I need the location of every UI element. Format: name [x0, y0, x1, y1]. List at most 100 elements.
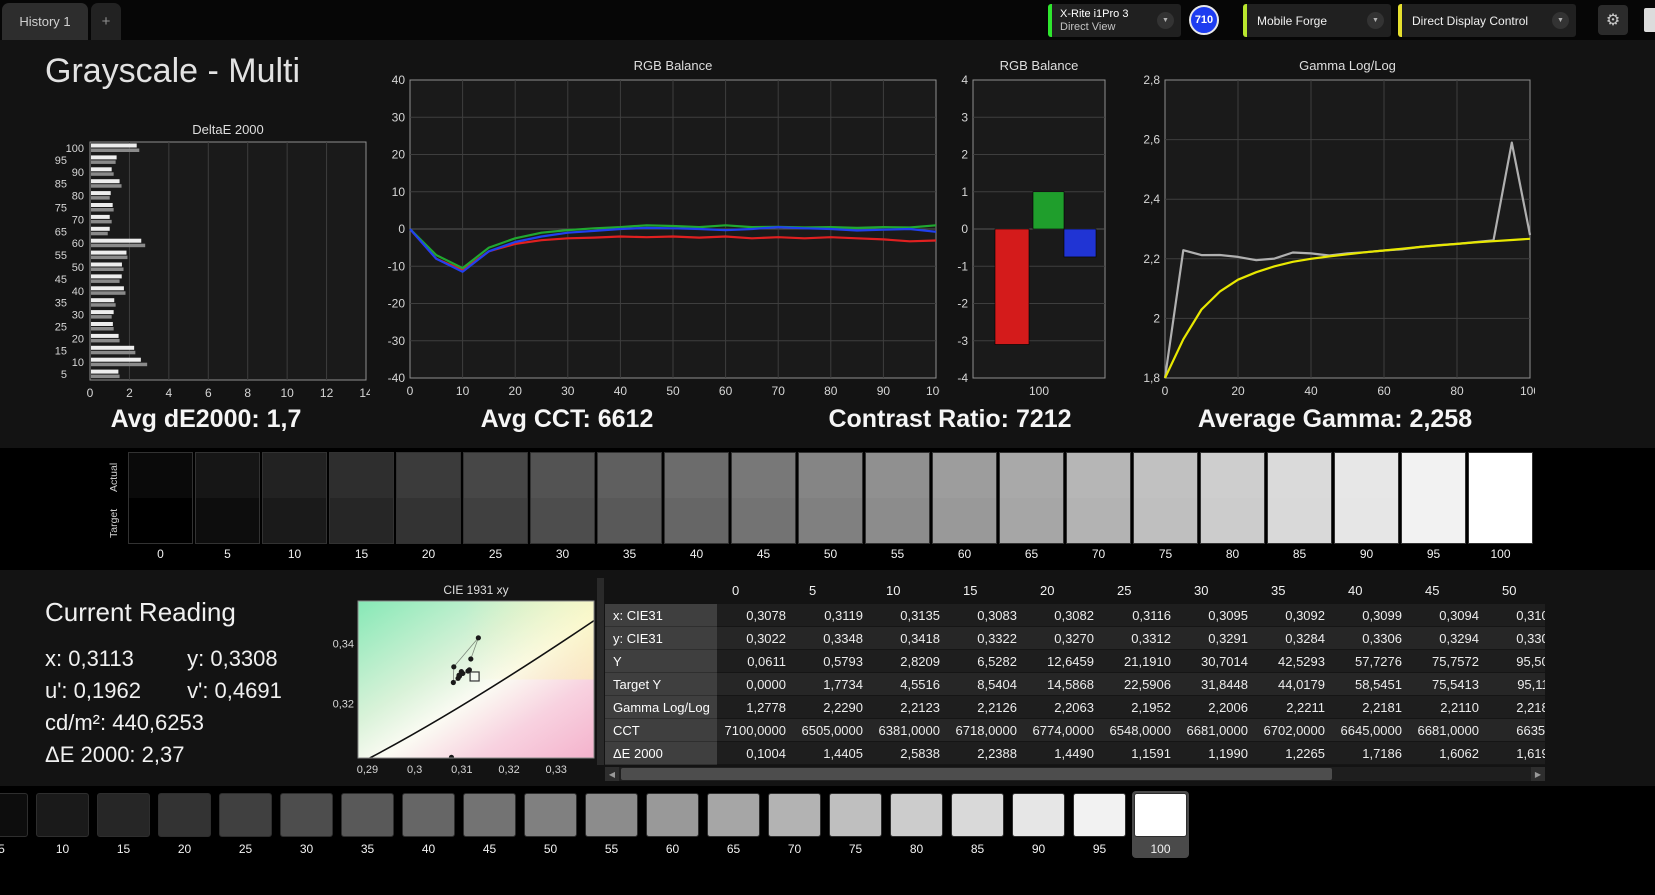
rgb-balance-line-plot-area: 40 30 20 10 0 -10 -20 -30 -40 0 10 20 30 40 50 60 70 80 90… [383, 73, 947, 409]
pattern-label: 55 [604, 842, 619, 856]
column-header-25: 25 [1117, 583, 1132, 598]
pattern-level-button-75[interactable]: 75 [827, 791, 884, 858]
gamma-plot-area: 2,8 2,6 2,4 2,2 2 1,80 20 40 60 80 100 [1135, 73, 1540, 409]
pattern-level-button-60[interactable]: 60 [644, 791, 701, 858]
swatch-label: 70 [1091, 547, 1106, 561]
pattern-level-button-15[interactable]: 15 [95, 791, 152, 858]
grayscale-swatch-45: 45 [731, 452, 796, 561]
pattern-level-button-35[interactable]: 35 [339, 791, 396, 858]
table-cell: 0,3082 [1025, 604, 1102, 627]
table-cell: 0,3322 [948, 627, 1025, 650]
pattern-source-dropdown[interactable]: Mobile Forge ▼ [1243, 4, 1391, 37]
chevron-down-icon: ▼ [1157, 12, 1174, 29]
svg-text:1,8: 1,8 [1143, 371, 1160, 385]
pattern-level-button-40[interactable]: 40 [400, 791, 457, 858]
actual-half [598, 453, 661, 498]
swatch-color [798, 452, 863, 544]
cie-chart-title: CIE 1931 xy [443, 583, 509, 597]
pattern-level-button-80[interactable]: 80 [888, 791, 945, 858]
swatch-color [1401, 452, 1466, 544]
pattern-level-button-100[interactable]: 100 [1132, 791, 1189, 858]
meter-dropdown[interactable]: X-Rite i1Pro 3 Direct View ▼ [1048, 4, 1181, 37]
pattern-label: 60 [665, 842, 680, 856]
table-cell: 22,5906 [1102, 673, 1179, 696]
svg-text:20: 20 [72, 333, 84, 345]
swatch-color [128, 452, 193, 544]
svg-text:0,29: 0,29 [357, 764, 378, 776]
table-cell: 6681,0000 [1179, 719, 1256, 742]
pattern-footer: 5 10 15 20 25 30 35 40 45 50 55 60 65 70 75 80 85 90 95 100… [0, 786, 1655, 895]
settings-button[interactable]: ⚙ [1598, 5, 1628, 35]
reading-deltae: ΔE 2000: 2,37 [45, 742, 350, 774]
measurement-count-badge[interactable]: 710 [1189, 5, 1219, 35]
scroll-track[interactable] [619, 767, 1531, 781]
scroll-thumb[interactable] [621, 768, 1333, 780]
svg-text:100: 100 [66, 143, 84, 155]
svg-text:40: 40 [614, 384, 628, 398]
svg-text:20: 20 [392, 148, 406, 162]
display-control-dropdown[interactable]: Direct Display Control ▼ [1398, 4, 1576, 37]
table-cell: 1,1591 [1102, 742, 1179, 765]
svg-text:100: 100 [1520, 384, 1535, 398]
rgb-balance-bar-plot-area: 4 3 2 1 0 -1 -2 -3 -4 100 [955, 73, 1115, 409]
partial-panel-icon[interactable] [1644, 8, 1655, 32]
table-cell: 1,7734 [794, 673, 871, 696]
svg-text:4: 4 [961, 74, 968, 87]
table-cell: 6702,0000 [1256, 719, 1333, 742]
pattern-level-button-70[interactable]: 70 [766, 791, 823, 858]
swatch-label: 80 [1225, 547, 1240, 561]
rgb-balance-bar-chart: RGB Balance 4 3 2 1 0 -1 -2 -3 -4 100 [955, 58, 1115, 408]
svg-text:-30: -30 [388, 334, 406, 348]
pattern-level-button-95[interactable]: 95 [1071, 791, 1128, 858]
gamma-loglog-plot: 2,8 2,6 2,4 2,2 2 1,80 20 40 60 80 100 [1143, 73, 1540, 398]
svg-text:2: 2 [1153, 311, 1160, 325]
swatch-color [597, 452, 662, 544]
swatch-label: 60 [957, 547, 972, 561]
new-tab-button[interactable]: + [91, 3, 121, 40]
pattern-level-button-90[interactable]: 90 [1010, 791, 1067, 858]
svg-text:5: 5 [61, 369, 67, 381]
grayscale-swatch-20: 20 [396, 452, 461, 561]
table-cell: 0,3022 [717, 627, 794, 650]
swatch-label: 50 [823, 547, 838, 561]
grayscale-swatch-80: 80 [1200, 452, 1265, 561]
svg-text:60: 60 [719, 384, 733, 398]
pattern-level-button-85[interactable]: 85 [949, 791, 1006, 858]
display-control-label: Direct Display Control [1412, 13, 1529, 28]
actual-half [1268, 453, 1331, 498]
table-cell: 1,4405 [794, 742, 871, 765]
pattern-level-button-25[interactable]: 25 [217, 791, 274, 858]
tab-history-1[interactable]: History 1 [2, 3, 88, 40]
swatch-color [1133, 452, 1198, 544]
swatch-color [1468, 452, 1533, 544]
pattern-level-button-20[interactable]: 20 [156, 791, 213, 858]
pattern-level-button-5[interactable]: 5 [0, 791, 30, 858]
pattern-level-button-30[interactable]: 30 [278, 791, 335, 858]
pattern-level-button-65[interactable]: 65 [705, 791, 762, 858]
scroll-left-arrow[interactable]: ◀ [605, 767, 619, 781]
pattern-level-button-50[interactable]: 50 [522, 791, 579, 858]
svg-text:70: 70 [772, 384, 786, 398]
deltae-plot: 0 2 4 6 8 10 12 14 10095 90 85 80 75 70 65 60 55 50 45 40 35… [55, 141, 373, 400]
reading-u: u': 0,1962 [45, 678, 141, 703]
table-cell: 6774,0000 [1025, 719, 1102, 742]
pattern-level-button-45[interactable]: 45 [461, 791, 518, 858]
target-row-label: Target [108, 508, 120, 538]
pattern-label: 70 [787, 842, 802, 856]
table-cell: 2,1952 [1102, 696, 1179, 719]
pattern-level-button-55[interactable]: 55 [583, 791, 640, 858]
table-cell: 6645,0000 [1333, 719, 1410, 742]
pattern-label: 80 [909, 842, 924, 856]
table-scrollbar[interactable]: ◀ ▶ [605, 767, 1545, 781]
pattern-level-button-10[interactable]: 10 [34, 791, 91, 858]
table-cell: 0,1004 [717, 742, 794, 765]
svg-text:40: 40 [72, 286, 84, 298]
svg-text:40: 40 [1304, 384, 1318, 398]
pattern-swatch [280, 793, 333, 837]
scroll-right-arrow[interactable]: ▶ [1531, 767, 1545, 781]
table-cell: 7100,0000 [717, 719, 794, 742]
grayscale-swatch-15: 15 [329, 452, 394, 561]
stat-avg-cct: Avg CCT: 6612 [480, 405, 654, 433]
pattern-swatch [646, 793, 699, 837]
svg-text:35: 35 [55, 298, 67, 310]
